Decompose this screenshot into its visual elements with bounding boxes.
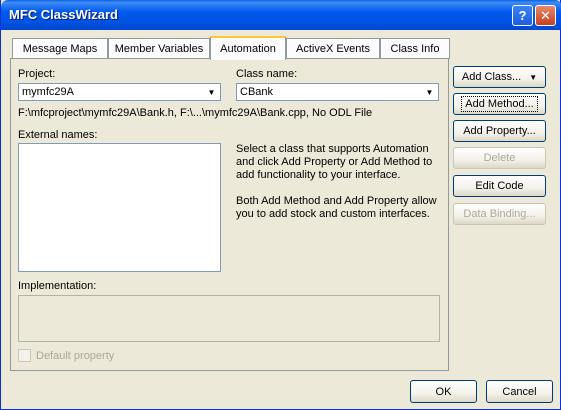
title-bar[interactable]: MFC ClassWizard ? ✕ (1, 0, 561, 30)
edit-code-label: Edit Code (475, 180, 524, 192)
close-icon[interactable]: ✕ (535, 5, 556, 26)
data-binding-button[interactable]: Data Binding... (453, 203, 546, 225)
tab-activex-events[interactable]: ActiveX Events (286, 38, 380, 59)
window-title: MFC ClassWizard (9, 7, 118, 22)
add-method-button[interactable]: Add Method... (453, 93, 546, 115)
class-name-label: Class name: (236, 68, 298, 80)
delete-button[interactable]: Delete (453, 147, 546, 169)
info-line-2: and click Add Property or Add Method to (236, 156, 433, 168)
project-label: Project: (18, 68, 56, 80)
tab-class-info[interactable]: Class Info (380, 38, 450, 59)
add-class-label: Add Class... (461, 71, 522, 83)
implementation-box (18, 295, 440, 342)
project-value: mymfc29A (22, 86, 74, 98)
dropdown-arrow-icon: ▼ (529, 72, 538, 82)
help-icon[interactable]: ? (512, 5, 533, 26)
project-combo[interactable]: mymfc29A ▼ (18, 83, 221, 101)
default-property-checkbox[interactable] (18, 349, 31, 362)
class-name-value: CBank (240, 86, 274, 98)
classwizard-dialog: MFC ClassWizard ? ✕ Message Maps Member … (0, 0, 561, 410)
delete-label: Delete (483, 152, 516, 164)
info-line-1: Select a class that supports Automation (236, 143, 429, 155)
add-class-button[interactable]: Add Class... ▼ (453, 66, 546, 88)
info-line-5: you to add stock and custom interfaces. (236, 208, 430, 220)
tab-member-variables[interactable]: Member Variables (108, 38, 210, 59)
files-path: F:\mfcproject\mymfc29A\Bank.h, F:\...\my… (18, 107, 373, 119)
chevron-down-icon[interactable]: ▼ (204, 85, 219, 99)
info-line-4: Both Add Method and Add Property allow (236, 195, 437, 207)
tab-message-maps[interactable]: Message Maps (12, 38, 108, 59)
implementation-label: Implementation: (18, 280, 97, 292)
add-method-label: Add Method... (461, 96, 538, 112)
automation-panel: Project: mymfc29A ▼ Class name: CBank ▼ … (10, 58, 449, 371)
edit-code-button[interactable]: Edit Code (453, 175, 546, 197)
tab-automation[interactable]: Automation (210, 36, 286, 60)
info-line-3: add functionality to your interface. (236, 169, 401, 181)
ok-label: OK (435, 385, 452, 398)
data-binding-label: Data Binding... (463, 208, 536, 220)
external-names-list[interactable] (18, 143, 221, 272)
cancel-button[interactable]: Cancel (486, 380, 553, 403)
ok-button[interactable]: OK (410, 380, 477, 403)
add-property-label: Add Property... (463, 125, 536, 137)
external-names-label: External names: (18, 129, 98, 141)
default-property-label: Default property (36, 350, 115, 362)
chevron-down-icon[interactable]: ▼ (422, 85, 437, 99)
cancel-label: Cancel (502, 385, 537, 398)
class-name-combo[interactable]: CBank ▼ (236, 83, 439, 101)
add-property-button[interactable]: Add Property... (453, 120, 546, 142)
